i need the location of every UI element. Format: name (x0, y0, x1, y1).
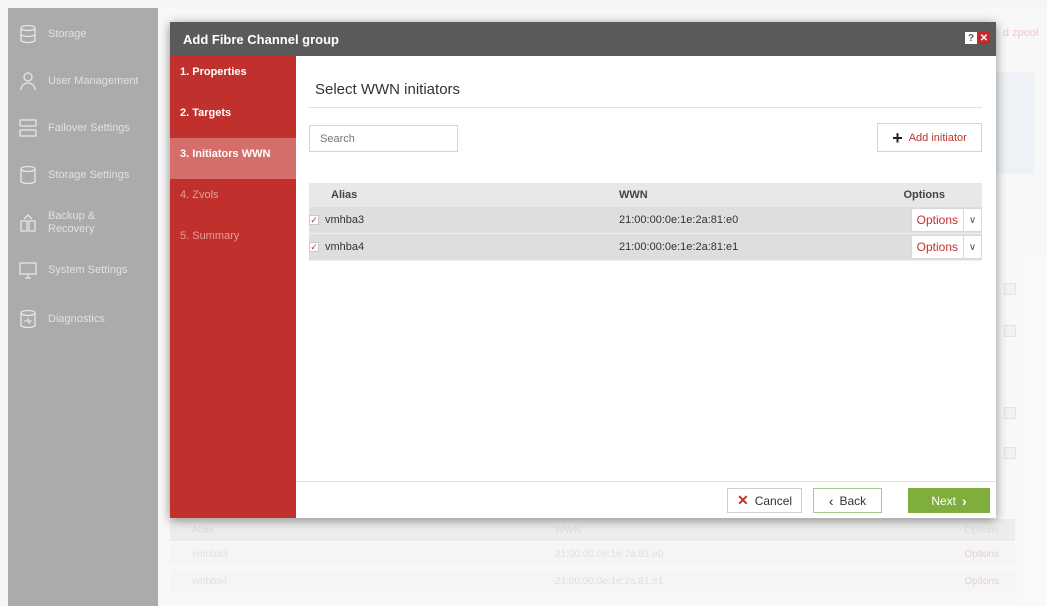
chevron-down-icon: ∨ (968, 241, 977, 253)
col-header-options: Options (903, 189, 945, 201)
table-row: ✓ vmhba4 21:00:00:0e:1e:2a:81:e1 Options… (309, 234, 982, 261)
footer-divider (296, 481, 996, 482)
options-dropdown[interactable]: Options ∨ (910, 208, 982, 232)
chevron-down-icon: ∨ (968, 214, 977, 226)
initiators-table: Alias WWN Options ✓ vmhba3 21:00:00:0e:1… (309, 183, 982, 261)
table-row: ✓ vmhba3 21:00:00:0e:1e:2a:81:e0 Options… (309, 207, 982, 234)
add-initiator-button[interactable]: + Add initiator (877, 123, 982, 152)
options-cell: Options ∨ (884, 208, 982, 232)
next-label: Next (931, 493, 956, 508)
back-button[interactable]: ‹ Back (813, 488, 882, 513)
plus-icon: + (892, 127, 903, 148)
wwn-cell: 21:00:00:0e:1e:2a:81:e1 (619, 241, 739, 253)
cancel-button[interactable]: ✕ Cancel (727, 488, 802, 513)
step-properties[interactable]: 1. Properties (170, 56, 296, 97)
step-summary: 5. Summary (180, 230, 240, 242)
cancel-label: Cancel (754, 493, 793, 508)
next-button[interactable]: Next › (908, 488, 990, 513)
add-initiator-label: Add initiator (908, 131, 967, 144)
divider (309, 107, 982, 108)
chevron-right-icon: › (962, 492, 967, 509)
row-checkbox[interactable]: ✓ (309, 242, 319, 252)
dialog-title: Add Fibre Channel group (183, 31, 339, 47)
options-dropdown[interactable]: Options ∨ (910, 235, 982, 259)
alias-cell: ✓ vmhba3 (309, 214, 619, 226)
back-label: Back (839, 493, 867, 508)
dialog-title-bar: Add Fibre Channel group ? ✕ (170, 22, 996, 56)
step-initiators-wwn[interactable]: 3. Initiators WWN (170, 138, 296, 179)
row-checkbox[interactable]: ✓ (309, 215, 319, 225)
options-label: Options (912, 236, 964, 258)
col-header-wwn: WWN (619, 189, 648, 201)
options-cell: Options ∨ (884, 235, 982, 259)
section-heading: Select WWN initiators (315, 81, 461, 98)
col-header-alias: Alias (331, 189, 358, 201)
help-icon[interactable]: ? (965, 32, 977, 44)
close-icon: ✕ (736, 492, 749, 508)
options-label: Options (912, 209, 964, 231)
alias-text: vmhba4 (325, 241, 365, 253)
alias-text: vmhba3 (325, 214, 365, 226)
step-targets[interactable]: 2. Targets (170, 97, 296, 138)
chevron-left-icon: ‹ (828, 492, 834, 509)
search-input[interactable] (309, 125, 458, 152)
alias-cell: ✓ vmhba4 (309, 241, 619, 253)
step-zvols: 4. Zvols (180, 189, 219, 201)
add-fc-group-dialog: Add Fibre Channel group ? ✕ 1. Propertie… (170, 22, 996, 518)
table-header: Alias WWN Options (309, 183, 982, 207)
wwn-cell: 21:00:00:0e:1e:2a:81:e0 (619, 214, 739, 226)
close-icon[interactable]: ✕ (978, 32, 990, 44)
dialog-content: Select WWN initiators + Add initiator Al… (296, 56, 996, 518)
wizard-steps: 1. Properties 2. Targets 3. Initiators W… (170, 56, 296, 518)
